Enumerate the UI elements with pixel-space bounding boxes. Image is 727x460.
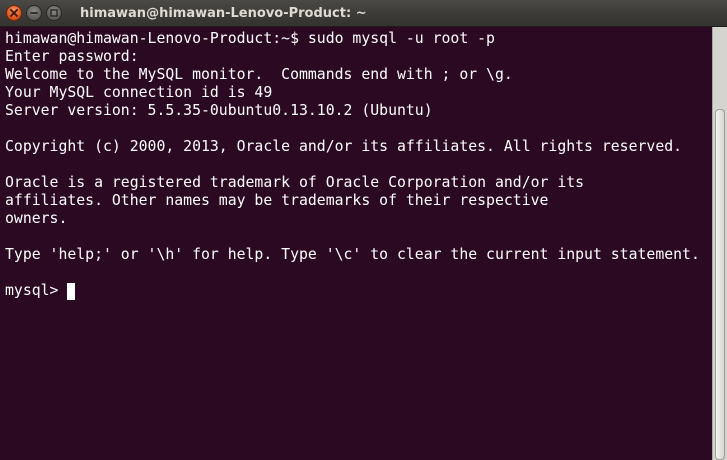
scrollbar-thumb[interactable]	[715, 109, 725, 460]
terminal-line: Welcome to the MySQL monitor. Commands e…	[5, 66, 513, 83]
terminal-output[interactable]: himawan@himawan-Lenovo-Product:~$ sudo m…	[0, 27, 712, 460]
close-button[interactable]	[6, 5, 22, 21]
terminal-line: himawan@himawan-Lenovo-Product:~$ sudo m…	[5, 30, 495, 47]
maximize-icon	[50, 9, 58, 17]
minimize-button[interactable]	[26, 5, 42, 21]
terminal-line: Oracle is a registered trademark of Orac…	[5, 174, 585, 191]
terminal-line: Enter password:	[5, 48, 148, 65]
terminal-line: Server version: 5.5.35-0ubuntu0.13.10.2 …	[5, 102, 433, 119]
terminal-line: owners.	[5, 210, 68, 227]
title-bar[interactable]: himawan@himawan-Lenovo-Product: ~	[0, 0, 727, 27]
close-icon	[10, 9, 18, 17]
text-cursor	[67, 282, 76, 300]
terminal-line: Type 'help;' or '\h' for help. Type '\c'…	[5, 246, 700, 263]
vertical-scrollbar[interactable]	[712, 27, 727, 460]
terminal-window: himawan@himawan-Lenovo-Product: ~ himawa…	[0, 0, 727, 460]
window-title: himawan@himawan-Lenovo-Product: ~	[80, 6, 367, 21]
mysql-prompt: mysql>	[5, 282, 59, 299]
minimize-icon	[30, 9, 38, 17]
terminal-line: Your MySQL connection id is 49	[5, 84, 273, 101]
terminal-line: Copyright (c) 2000, 2013, Oracle and/or …	[5, 138, 683, 155]
terminal-line: affiliates. Other names may be trademark…	[5, 192, 549, 209]
maximize-button[interactable]	[46, 5, 62, 21]
mysql-prompt-line[interactable]: mysql>	[5, 282, 712, 300]
